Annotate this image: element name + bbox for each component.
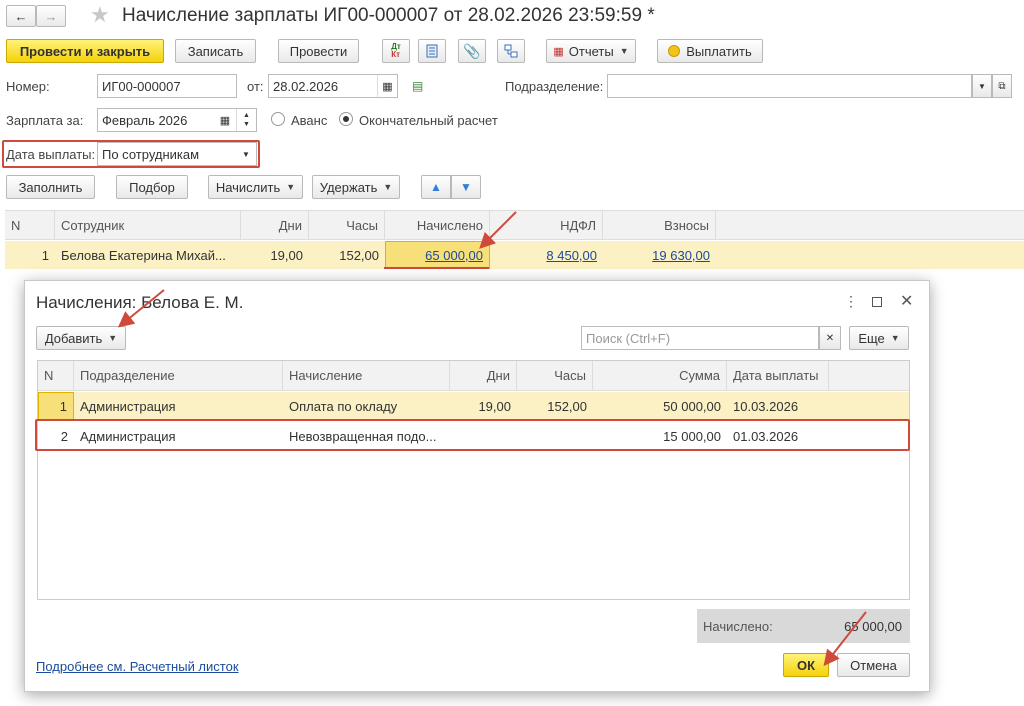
annotation-arrows xyxy=(117,211,867,667)
arrow-to-add xyxy=(117,289,165,328)
arrow-to-accrued xyxy=(479,211,517,249)
arrow-to-ok xyxy=(823,611,867,667)
